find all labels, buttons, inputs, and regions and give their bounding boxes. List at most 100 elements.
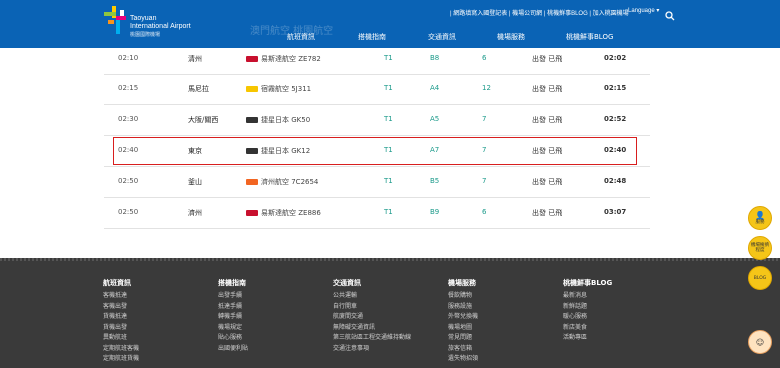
footer-link[interactable]: 航廈間交通 [333, 312, 411, 323]
language-selector[interactable]: Language ▾ [628, 7, 659, 14]
footer-link[interactable]: 轉機手續 [218, 312, 248, 323]
footer-link[interactable]: 機場規定 [218, 323, 248, 334]
destination: 釜山 [188, 178, 202, 186]
nav-transport[interactable]: 交通資訊 [428, 32, 456, 42]
footer-link[interactable]: 新鮮話題 [563, 302, 612, 313]
gate: A7 [430, 146, 440, 154]
airline-name: 濟州航空 7C2654 [261, 178, 319, 186]
footer-link[interactable]: 旅客信箱 [448, 344, 478, 355]
airline-logo-icon [246, 210, 258, 216]
search-icon[interactable] [665, 6, 675, 21]
nav-blog[interactable]: 桃機鮮事BLOG [566, 32, 613, 42]
header-underlay-text: 澳門航空 桃園航空 [250, 26, 334, 37]
airline-flight: 易斯達航空 ZE782 [246, 54, 321, 64]
service-label: 服務 [755, 220, 765, 225]
flight-status: 出發 已飛 [532, 178, 563, 186]
actual-time: 02:15 [604, 84, 627, 92]
footer-column-title: 機場服務 [448, 279, 476, 287]
check-in-counter: 7 [482, 146, 487, 154]
scheduled-time: 02:50 [118, 208, 139, 216]
footer-link[interactable]: 定期航班客機 [103, 344, 139, 355]
airline-flight: 捷星日本 GK12 [246, 146, 310, 156]
footer-link[interactable]: 客機抵達 [103, 291, 139, 302]
link-join[interactable]: 加入桃園機場 [593, 11, 629, 17]
airline-logo-icon [246, 117, 258, 123]
footer-link[interactable]: 外幣兌換機 [448, 312, 478, 323]
footer-link[interactable]: 機場地圖 [448, 323, 478, 334]
destination: 清州 [188, 55, 202, 63]
nav-flight-info[interactable]: 航班資訊 [287, 32, 315, 42]
site-footer: 航班資訊客機抵達 客機出發 貨機抵達 貨機出發 異動航班 定期航班客機 定期航班貨機 搭機指南… [0, 258, 780, 368]
language-label: Language [628, 8, 655, 14]
footer-column-title: 桃機鮮事BLOG [563, 279, 613, 287]
footer-link[interactable]: 抵達手續 [218, 302, 248, 313]
flight-row[interactable]: 02:50 濟州 易斯達航空 ZE886 T1 B9 6 出發 已飛 03:07 [104, 198, 650, 229]
footer-link[interactable]: 自行開車 [333, 302, 411, 313]
footer-link[interactable]: 第三航站區工程交通維持動線 [333, 333, 411, 344]
flight-row[interactable]: 02:15 馬尼拉 宿霧航空 5J311 T1 A4 12 出發 已飛 02:15 [104, 74, 650, 105]
footer-column-title: 交通資訊 [333, 279, 361, 287]
chatbot-avatar-icon: ☺ [755, 337, 765, 347]
flight-row[interactable]: 02:30 大阪/關西 捷星日本 GK50 T1 A5 7 出發 已飛 02:52 [104, 105, 650, 136]
footer-link[interactable]: 公共運輸 [333, 291, 411, 302]
blog-label: BLOG [753, 275, 767, 281]
link-blog[interactable]: 桃機鮮事BLOG [547, 11, 588, 17]
footer-link[interactable]: 貨機出發 [103, 323, 139, 334]
footer-link[interactable]: 遺失物招領 [448, 354, 478, 365]
flight-row[interactable]: 02:10 清州 易斯達航空 ZE782 T1 B8 6 出發 已飛 02:02 [104, 44, 650, 75]
link-company-site[interactable]: 機場公司網 [512, 11, 542, 17]
destination: 濟州 [188, 209, 202, 217]
airline-logo-icon [246, 86, 258, 92]
airline-flight: 易斯達航空 ZE886 [246, 208, 321, 218]
footer-link[interactable]: 交通注意事項 [333, 344, 411, 355]
footer-stripe [0, 258, 780, 261]
nav-boarding-guide[interactable]: 搭機指南 [358, 32, 386, 42]
logo-text-line1: Taoyuan [130, 15, 157, 22]
airline-name: 捷星日本 GK50 [261, 116, 311, 124]
actual-time: 02:40 [604, 146, 627, 154]
airline-name: 宿霧航空 5J311 [261, 85, 312, 93]
check-in-counter: 7 [482, 177, 487, 185]
footer-link[interactable]: 暖心服務 [563, 312, 612, 323]
flight-status: 出發 已飛 [532, 55, 563, 63]
footer-column: 交通資訊公共運輸 自行開車 航廈間交通 無障礙交通資訊 第三航站區工程交通維持動線 交通注… [333, 278, 411, 354]
footer-column-title: 航班資訊 [103, 279, 131, 287]
footer-column: 搭機指南出發手續 抵達手續 轉機手續 機場規定 貼心服務 出國便利貼 [218, 278, 248, 354]
destination: 東京 [188, 147, 202, 155]
footer-link[interactable]: 活動專區 [563, 333, 612, 344]
footer-link[interactable]: 客機出發 [103, 302, 139, 313]
footer-link[interactable]: 常見問題 [448, 333, 478, 344]
footer-link[interactable]: 貼心服務 [218, 333, 248, 344]
gate: B8 [430, 54, 440, 62]
airline-logo-icon [246, 56, 258, 62]
airline-name: 捷星日本 GK12 [261, 147, 311, 155]
gate: A5 [430, 115, 440, 123]
link-arrival-card[interactable]: 網路填寫入國登記表 [453, 11, 507, 17]
check-in-counter: 7 [482, 115, 487, 123]
blog-float-button[interactable]: BLOG [748, 266, 772, 290]
service-float-button[interactable]: 👤 服務 [748, 206, 772, 230]
chatbot-avatar-button[interactable]: ☺ [748, 330, 772, 354]
congestion-label-2: 程度 [755, 248, 765, 253]
flight-row[interactable]: 02:40 東京 捷星日本 GK12 T1 A7 7 出發 已飛 02:40 [104, 136, 650, 167]
footer-link[interactable]: 出國便利貼 [218, 344, 248, 355]
airline-logo-icon [246, 179, 258, 185]
footer-link[interactable]: 定期航班貨機 [103, 354, 139, 365]
footer-link[interactable]: 服務設施 [448, 302, 478, 313]
footer-column: 桃機鮮事BLOG 最新消息 新鮮話題 暖心服務 新店美食 活動專區 [563, 278, 612, 344]
footer-link[interactable]: 異動航班 [103, 333, 139, 344]
footer-link[interactable]: 新店美食 [563, 323, 612, 334]
congestion-float-button[interactable]: 機場擁擠 程度 [748, 236, 772, 260]
footer-link[interactable]: 餐飲購物 [448, 291, 478, 302]
main-nav: 航班資訊 搭機指南 交通資訊 機場服務 桃機鮮事BLOG [0, 32, 780, 46]
flight-row[interactable]: 02:50 釜山 濟州航空 7C2654 T1 B5 7 出發 已飛 02:48 [104, 167, 650, 198]
footer-link[interactable]: 出發手續 [218, 291, 248, 302]
top-utility-links: | 網路填寫入國登記表 | 機場公司網 | 桃機鮮事BLOG | 加入桃園機場 [450, 8, 629, 17]
nav-services[interactable]: 機場服務 [497, 32, 525, 42]
footer-link[interactable]: 無障礙交通資訊 [333, 323, 411, 334]
footer-column: 機場服務餐飲購物 服務設施 外幣兌換機 機場地圖 常見問題 旅客信箱 遺失物招領 [448, 278, 478, 365]
footer-column-title: 搭機指南 [218, 279, 246, 287]
footer-link[interactable]: 貨機抵達 [103, 312, 139, 323]
airline-flight: 濟州航空 7C2654 [246, 177, 318, 187]
footer-link[interactable]: 最新消息 [563, 291, 612, 302]
